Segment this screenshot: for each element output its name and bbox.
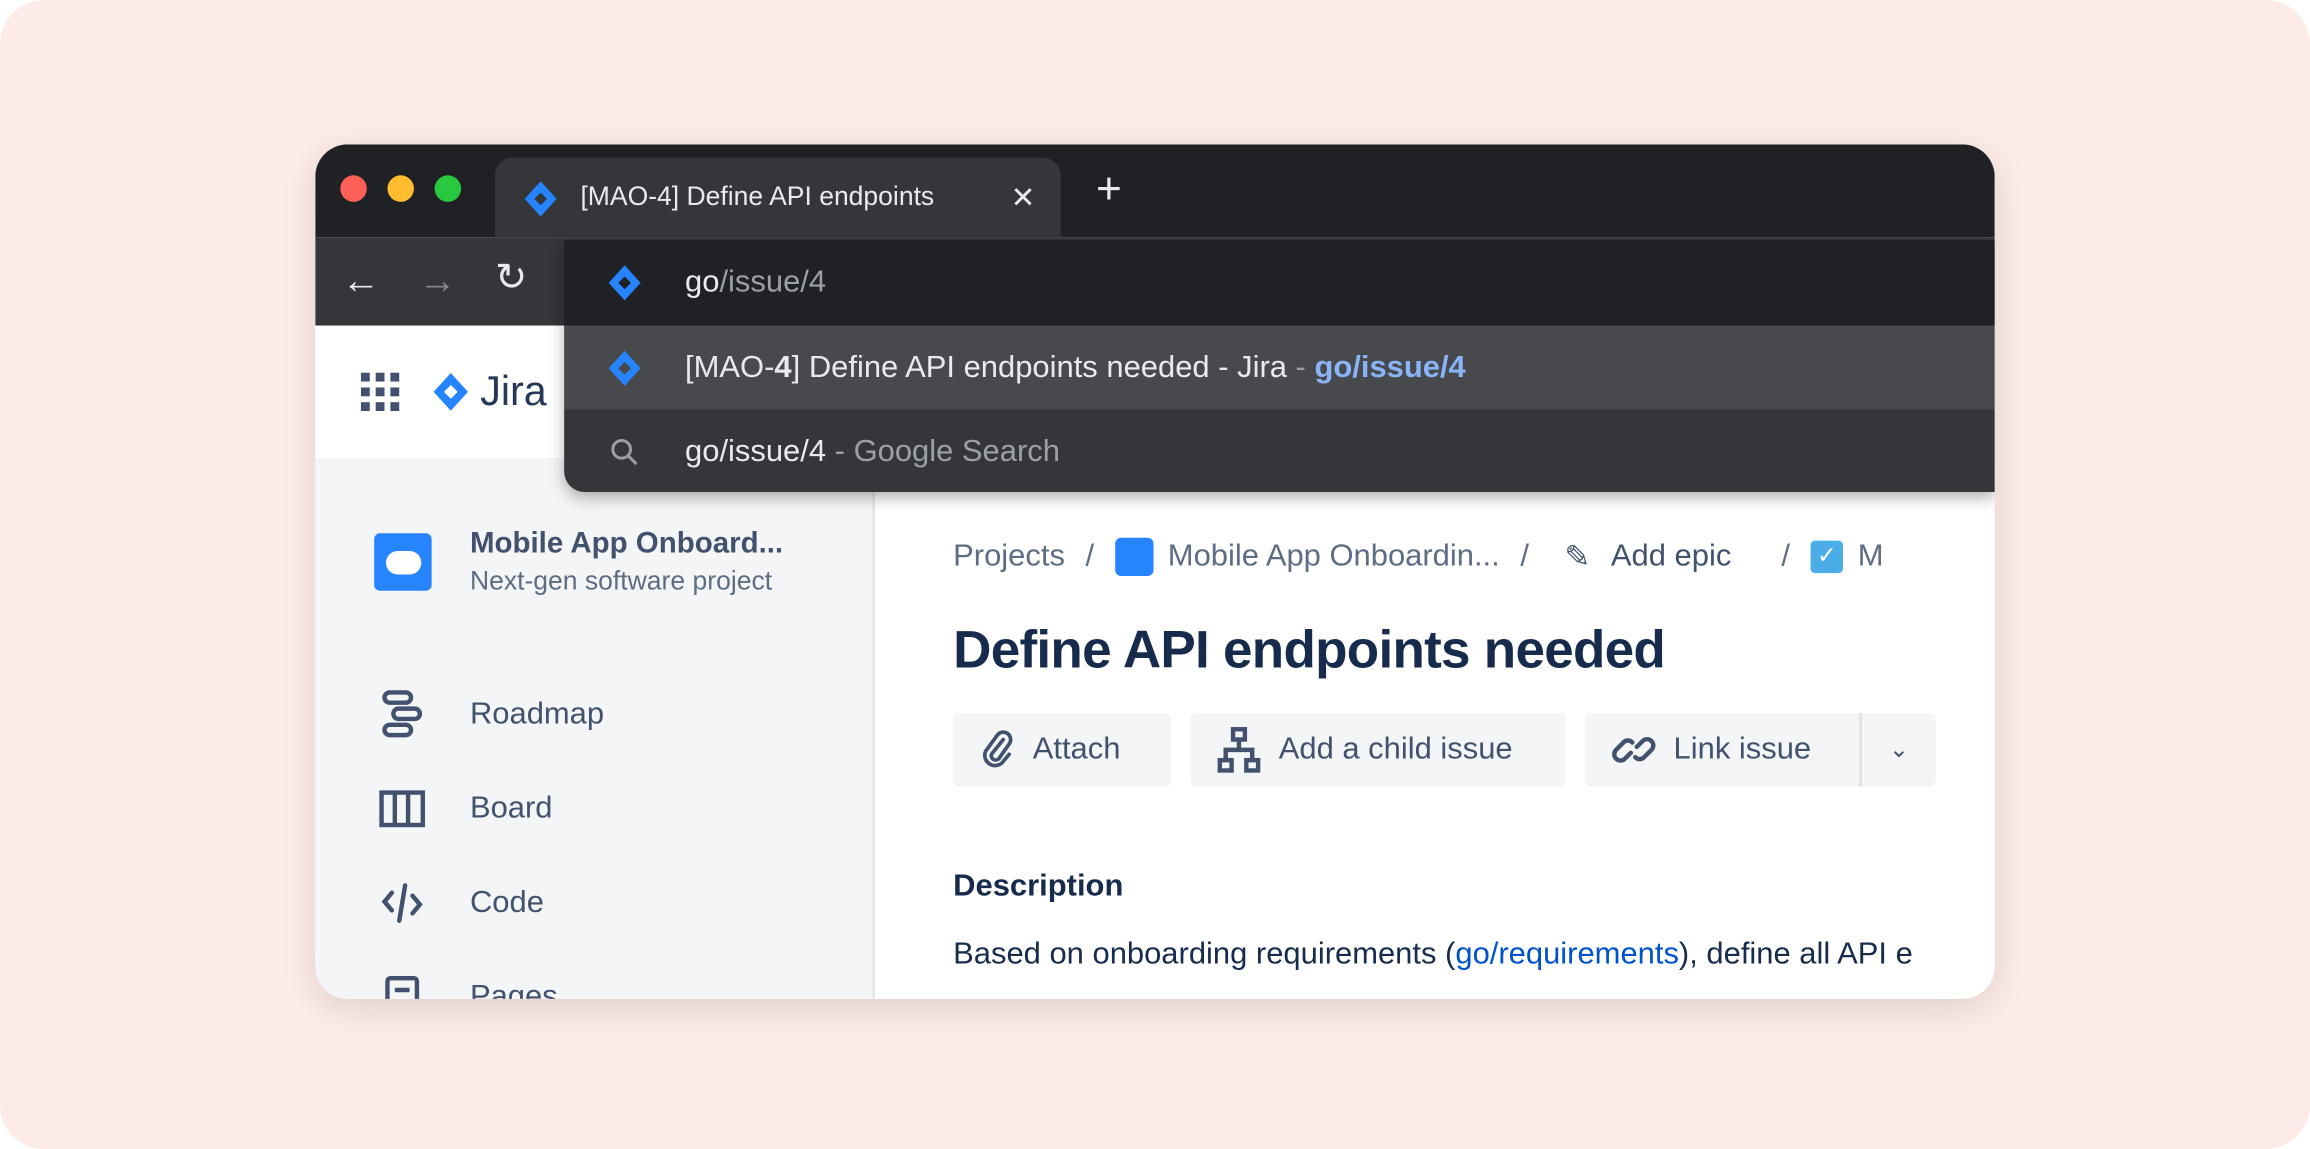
close-window-button[interactable]	[340, 175, 367, 202]
board-icon	[374, 781, 430, 837]
back-icon[interactable]: ←	[342, 258, 380, 304]
breadcrumb-separator: /	[1781, 539, 1791, 574]
description-post: ), define all API e	[1678, 936, 1913, 971]
forward-icon[interactable]: →	[418, 258, 456, 304]
sidebar-item-board[interactable]: Board	[374, 781, 553, 837]
search-suffix: - Google Search	[826, 433, 1060, 468]
project-avatar-small	[1114, 537, 1154, 577]
search-icon	[564, 437, 685, 466]
breadcrumb-separator: /	[1085, 539, 1095, 574]
attach-label: Attach	[1032, 732, 1121, 767]
breadcrumb: Projects / Mobile App Onboardin... / ✎ A…	[953, 537, 1884, 577]
add-child-label: Add a child issue	[1278, 732, 1513, 767]
child-issue-icon	[1217, 727, 1261, 773]
attach-button[interactable]: Attach	[953, 713, 1172, 787]
omnibox-input[interactable]: go/issue/4	[564, 240, 1995, 326]
paperclip-icon	[983, 730, 1013, 768]
pages-icon	[374, 969, 430, 999]
description-pre: Based on onboarding requirements (	[953, 936, 1456, 971]
suggestion-google-search[interactable]: go/issue/4 - Google Search	[564, 409, 1995, 493]
omnibox-autocomplete: /issue/4	[719, 265, 827, 300]
breadcrumb-projects[interactable]: Projects	[953, 539, 1065, 574]
requirements-link[interactable]: go/requirements	[1455, 937, 1679, 971]
suggestion-prefix: [MAO-	[685, 349, 775, 384]
breadcrumb-issue[interactable]: M	[1858, 539, 1884, 574]
new-tab-button[interactable]: +	[1096, 167, 1122, 212]
suggestion-separator: -	[1286, 349, 1315, 384]
project-name[interactable]: Mobile App Onboard...	[470, 527, 783, 561]
project-avatar	[374, 533, 432, 591]
omnibox-typed-text: go	[685, 265, 720, 300]
sidebar-item-code[interactable]: Code	[374, 875, 544, 931]
reload-icon[interactable]: ↻	[495, 255, 527, 301]
task-type-icon: ✓	[1810, 540, 1844, 574]
sidebar-item-label: Board	[469, 791, 553, 825]
add-epic-link[interactable]: Add epic	[1611, 539, 1731, 574]
sidebar-item-label: Pages	[469, 979, 558, 999]
maximize-window-button[interactable]	[434, 175, 462, 202]
jira-icon	[608, 265, 641, 301]
description-text[interactable]: Based on onboarding requirements (go/req…	[953, 937, 1913, 972]
suggestion-jira-issue[interactable]: [MAO- 4] Define API endpoints needed - Ji…	[564, 325, 1995, 410]
sidebar-item-label: Roadmap	[469, 696, 605, 731]
breadcrumb-separator: /	[1520, 539, 1529, 574]
suggestion-url: go/issue/4	[1314, 349, 1466, 384]
add-child-issue-button[interactable]: Add a child issue	[1190, 713, 1567, 787]
omnibox-dropdown: go/issue/4 [MAO- 4] Define API endpoints …	[564, 240, 1995, 493]
jira-logo-icon[interactable]	[430, 370, 471, 414]
sidebar: Mobile App Onboard... Next-gen software …	[315, 458, 876, 999]
breadcrumb-project[interactable]: Mobile App Onboardin...	[1168, 539, 1500, 574]
project-type: Next-gen software project	[469, 565, 773, 596]
pencil-icon: ✎	[1564, 539, 1591, 574]
jira-icon	[524, 181, 557, 217]
sidebar-item-label: Code	[469, 885, 544, 920]
sidebar-item-roadmap[interactable]: Roadmap	[374, 687, 604, 743]
chevron-down-icon[interactable]: ⌄	[1859, 713, 1936, 787]
issue-title[interactable]: Define API endpoints needed	[953, 619, 1666, 681]
sidebar-item-pages[interactable]: Pages	[374, 969, 558, 999]
issue-view: Projects / Mobile App Onboardin... / ✎ A…	[878, 458, 1995, 999]
jira-logo-text[interactable]: Jira	[480, 368, 546, 415]
tab-bar: [MAO-4] Define API endpoints ✕ +	[315, 144, 1995, 238]
search-query: go/issue/4	[685, 433, 827, 468]
close-tab-icon[interactable]: ✕	[1011, 180, 1036, 217]
minimize-window-button[interactable]	[387, 175, 414, 202]
suggestion-match: 4	[774, 349, 792, 384]
jira-icon	[608, 350, 641, 386]
roadmap-icon	[374, 687, 430, 743]
browser-window: [MAO-4] Define API endpoints ✕ + ← → ↻ J…	[315, 144, 1995, 999]
app-switcher-icon[interactable]	[360, 372, 400, 412]
description-heading: Description	[953, 869, 1124, 904]
link-icon	[1612, 737, 1656, 763]
browser-tab[interactable]: [MAO-4] Define API endpoints ✕	[494, 157, 1061, 238]
suggestion-rest: ] Define API endpoints needed - Jira	[791, 349, 1287, 384]
link-issue-button[interactable]: Link issue ⌄	[1585, 713, 1936, 787]
link-issue-label: Link issue	[1673, 732, 1812, 767]
tab-title: [MAO-4] Define API endpoints	[580, 181, 935, 211]
code-icon	[374, 875, 430, 931]
